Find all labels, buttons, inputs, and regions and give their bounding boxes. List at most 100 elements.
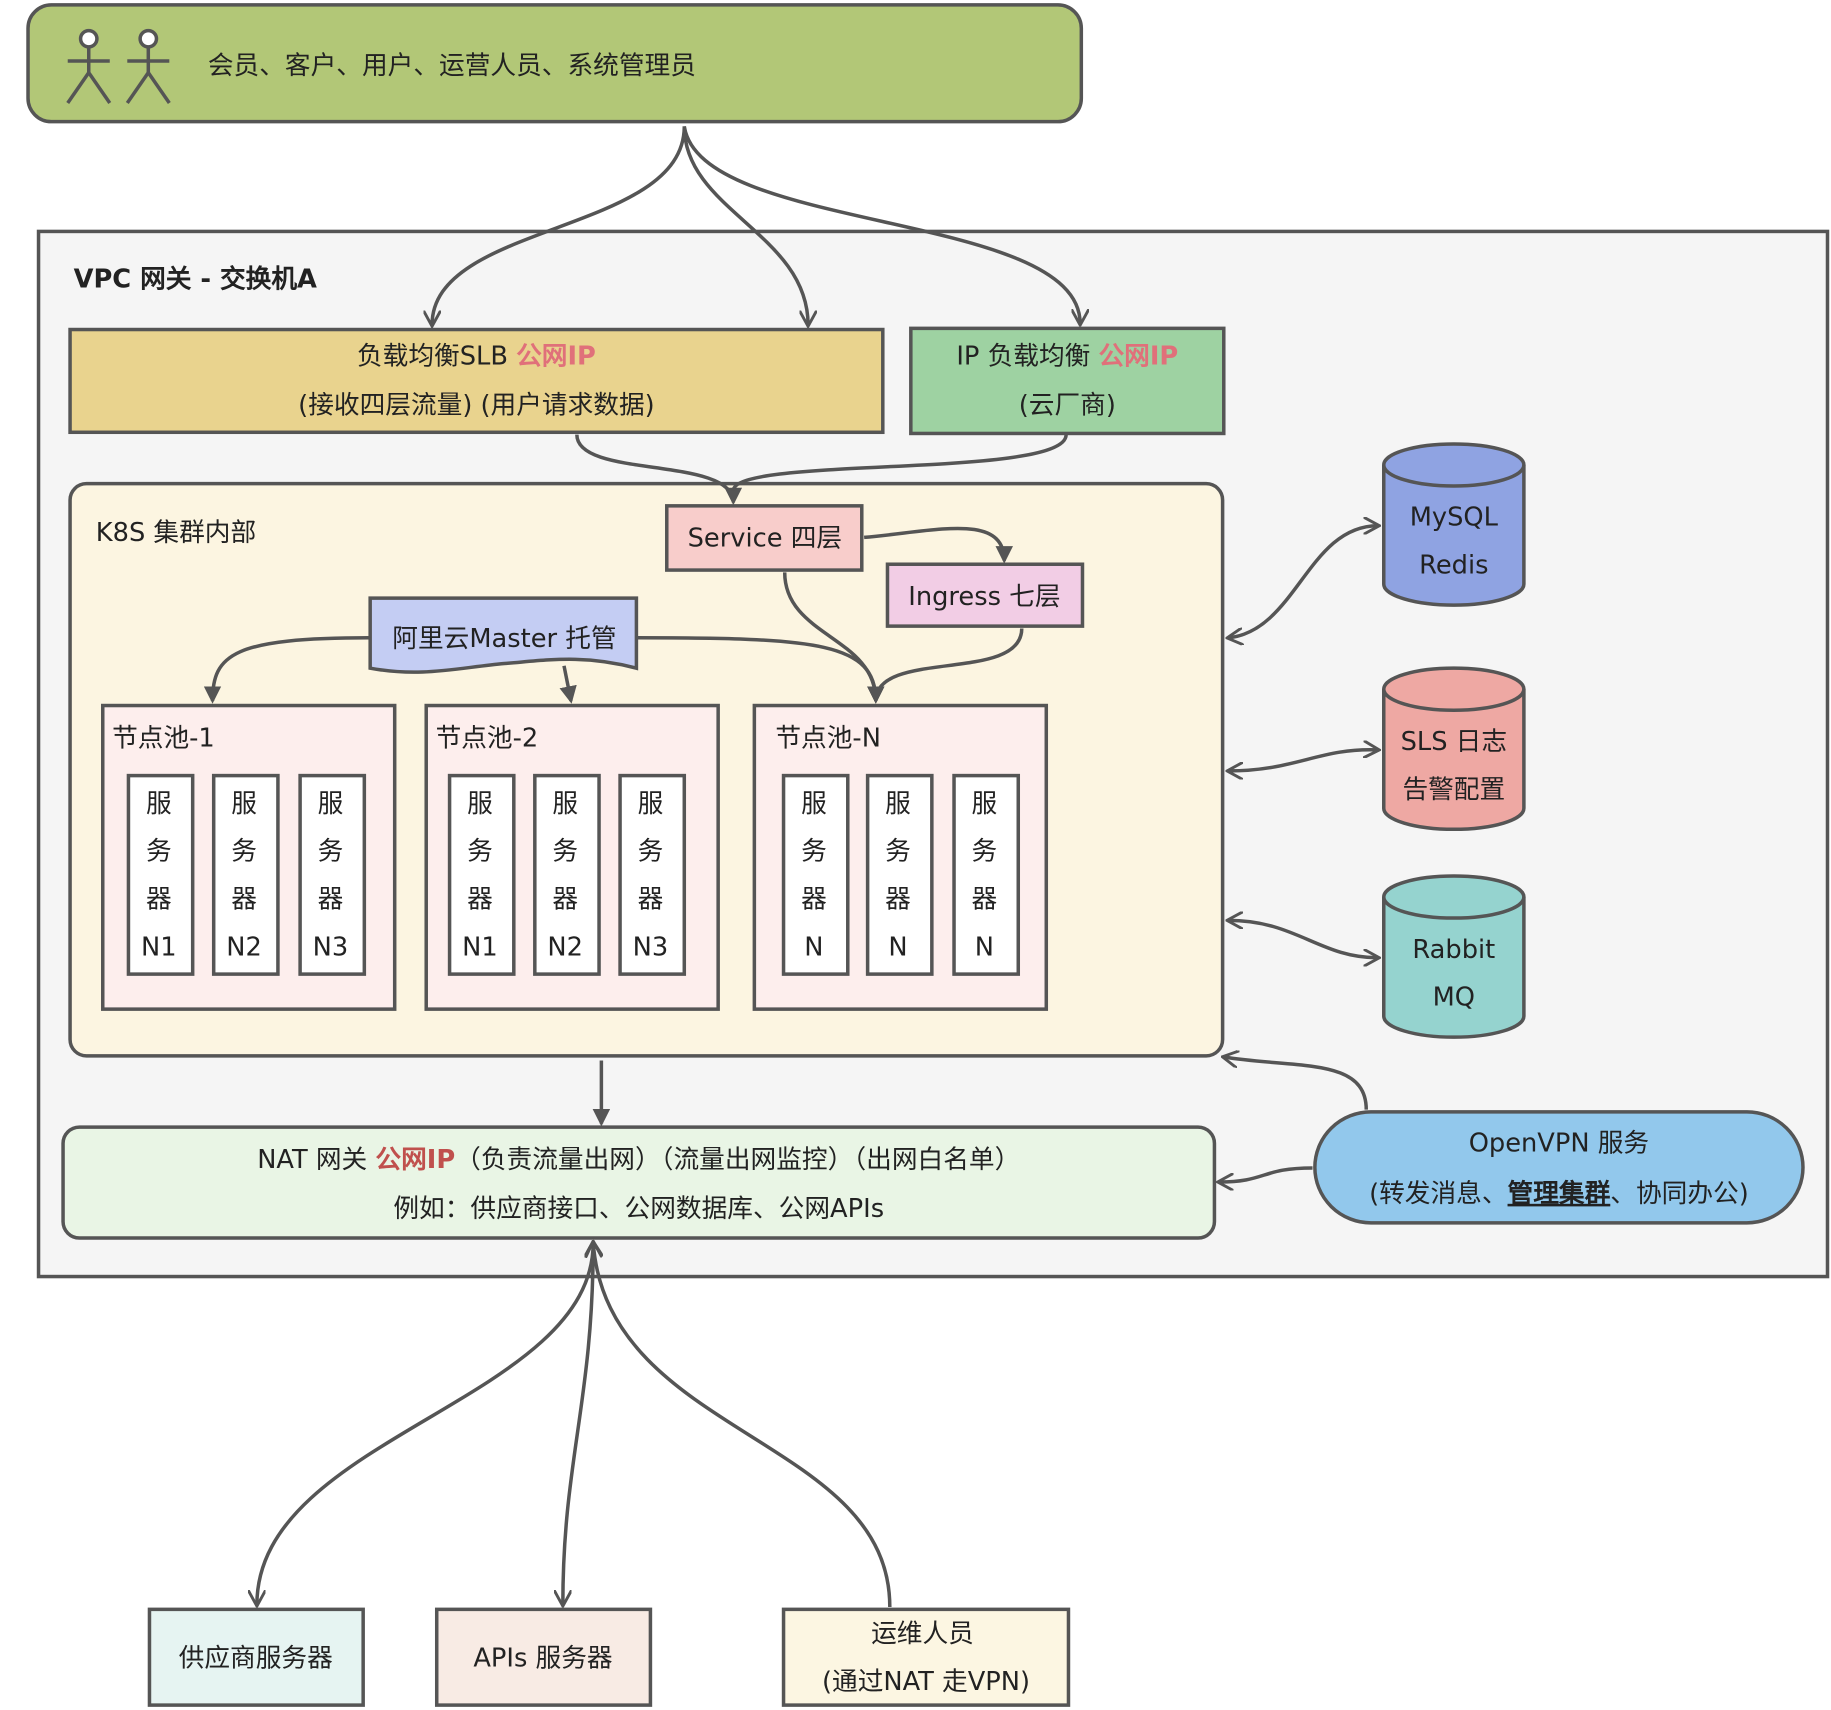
server-label-char: 务 bbox=[801, 837, 827, 867]
node-pool: 节点池-2 服务器 N1 服务器 N2 服务器 N3 bbox=[424, 703, 720, 1011]
ops-staff-label: 运维人员 bbox=[871, 1619, 974, 1649]
sls-log-store: SLS 日志告警配置 bbox=[1382, 666, 1526, 832]
server-node: 服务器N bbox=[952, 773, 1021, 976]
svg-text:IP 负载均衡 公网IP: IP 负载均衡 公网IP bbox=[956, 342, 1178, 372]
server-label-char: 器 bbox=[146, 885, 172, 915]
server-label-char: 务 bbox=[231, 837, 257, 867]
store-label: 告警配置 bbox=[1402, 775, 1505, 805]
server-label-char: N2 bbox=[226, 932, 262, 962]
server-label-char: 服 bbox=[972, 789, 998, 819]
openvpn-box: OpenVPN 服务 (转发消息、管理集群、协同办公) bbox=[1313, 1110, 1805, 1225]
master-label: 阿里云Master 托管 bbox=[392, 624, 616, 654]
server-node: 服务器 N2 bbox=[533, 773, 601, 976]
slb-desc: (接收四层流量) (用户请求数据) bbox=[298, 391, 655, 421]
server-node: 服务器N bbox=[865, 773, 934, 976]
server-label-char: 器 bbox=[231, 885, 257, 915]
ops-staff-desc: (通过NAT 走VPN) bbox=[822, 1667, 1030, 1697]
arrow-nat-ops bbox=[593, 1243, 892, 1608]
mysql-redis-store: MySQL Redis bbox=[1382, 442, 1526, 607]
server-label-char: 器 bbox=[972, 885, 998, 915]
arrow-nat-supplier bbox=[257, 1243, 593, 1605]
server-node: 服务器N bbox=[781, 773, 850, 976]
server-node: 服务器 N1 bbox=[126, 773, 195, 976]
server-label-char: 服 bbox=[638, 789, 664, 819]
apis-server-box: APIs 服务器 bbox=[434, 1607, 653, 1707]
server-node: 服务器 N1 bbox=[447, 773, 516, 976]
master-box: 阿里云Master 托管 bbox=[368, 596, 639, 674]
ingress-box: Ingress 七层 bbox=[885, 562, 1085, 628]
supplier-server-label: 供应商服务器 bbox=[179, 1644, 333, 1674]
nat-desc: （负责流量出网）（流量出网监控）（出网白名单） bbox=[455, 1145, 1020, 1175]
server-label-char: 务 bbox=[638, 837, 664, 867]
server-label-char: 器 bbox=[638, 885, 664, 915]
store-label: MQ bbox=[1433, 983, 1475, 1013]
server-label-char: 器 bbox=[318, 885, 344, 915]
server-node: 服务器 N2 bbox=[211, 773, 280, 976]
server-label-char: 器 bbox=[885, 885, 911, 915]
svg-text:(转发消息、管理集群、协同办公): (转发消息、管理集群、协同办公) bbox=[1369, 1178, 1749, 1209]
iplb-title: IP 负载均衡 bbox=[956, 342, 1098, 372]
apis-server-label: APIs 服务器 bbox=[473, 1644, 612, 1674]
server-label-char: N1 bbox=[462, 932, 498, 962]
server-label-char: 服 bbox=[801, 789, 827, 819]
nat-public-ip: 公网IP bbox=[375, 1145, 455, 1175]
node-pool-title: 节点池-2 bbox=[436, 723, 539, 753]
slb-public-ip: 公网IP bbox=[516, 342, 596, 372]
server-label-char: N2 bbox=[547, 932, 583, 962]
server-label-char: 务 bbox=[972, 837, 998, 867]
openvpn-manage-cluster-link[interactable]: 管理集群 bbox=[1508, 1178, 1611, 1209]
svg-text:NAT 网关 公网IP（负责流量出网）（流量出网监控）（出网: NAT 网关 公网IP（负责流量出网）（流量出网监控）（出网白名单） bbox=[257, 1145, 1020, 1175]
server-label-char: 器 bbox=[801, 885, 827, 915]
slb-title: 负载均衡SLB bbox=[357, 342, 516, 372]
server-label-char: 务 bbox=[146, 837, 172, 867]
store-label: SLS 日志 bbox=[1401, 727, 1507, 757]
users-box: 会员、客户、用户、运营人员、系统管理员 bbox=[26, 3, 1084, 124]
service-label: Service 四层 bbox=[688, 524, 842, 554]
server-node: 服务器 N3 bbox=[298, 773, 367, 976]
node-pool: 节点池-N服务器N服务器N服务器N bbox=[752, 703, 1049, 1011]
supplier-server-box: 供应商服务器 bbox=[147, 1607, 365, 1707]
vpc-title: VPC 网关 - 交换机A bbox=[74, 263, 317, 294]
server-label-char: 服 bbox=[467, 789, 493, 819]
nat-gateway-box: NAT 网关 公网IP（负责流量出网）（流量出网监控）（出网白名单） 例如：供应… bbox=[61, 1125, 1217, 1240]
users-label: 会员、客户、用户、运营人员、系统管理员 bbox=[208, 51, 696, 81]
data-stores: MySQL Redis SLS 日志告警配置 Rabbit MQ bbox=[1382, 442, 1526, 1039]
nat-examples: 例如：供应商接口、公网数据库、公网APIs bbox=[393, 1194, 884, 1224]
architecture-diagram: 会员、客户、用户、运营人员、系统管理员 VPC 网关 - 交换机A 负载均衡SL… bbox=[26, 3, 1830, 1707]
iplb-desc: (云厂商) bbox=[1019, 391, 1116, 421]
server-label-char: N3 bbox=[633, 932, 669, 962]
openvpn-title: OpenVPN 服务 bbox=[1469, 1129, 1649, 1159]
server-label-char: 器 bbox=[552, 885, 578, 915]
server-label-char: N1 bbox=[141, 932, 177, 962]
server-label-char: 器 bbox=[467, 885, 493, 915]
server-node: 服务器 N3 bbox=[618, 773, 687, 976]
server-label-char: 服 bbox=[231, 789, 257, 819]
node-pools: 节点池-1 服务器 N1 服务器 N2 服务器 N3 节点池-2 服务器 N1 服务器 N2 服务器 N3… bbox=[101, 703, 1049, 1011]
ops-staff-box: 运维人员 (通过NAT 走VPN) bbox=[781, 1607, 1071, 1707]
rabbitmq-store: Rabbit MQ bbox=[1382, 874, 1526, 1039]
node-pool: 节点池-1 服务器 N1 服务器 N2 服务器 N3 bbox=[101, 703, 397, 1011]
server-label-char: N bbox=[975, 932, 994, 962]
server-label-char: N bbox=[804, 932, 823, 962]
store-label: Redis bbox=[1419, 551, 1488, 581]
openvpn-desc-b: 、协同办公) bbox=[1610, 1179, 1748, 1209]
nat-title: NAT 网关 bbox=[257, 1145, 375, 1175]
ingress-label: Ingress 七层 bbox=[908, 582, 1060, 612]
server-label-char: 服 bbox=[146, 789, 172, 819]
store-label: MySQL bbox=[1410, 503, 1499, 533]
openvpn-desc-a: (转发消息、 bbox=[1369, 1179, 1507, 1209]
iplb-public-ip: 公网IP bbox=[1099, 342, 1179, 372]
server-label-char: 务 bbox=[467, 837, 493, 867]
server-label-char: N bbox=[888, 932, 907, 962]
server-label-char: 务 bbox=[318, 837, 344, 867]
server-label-char: 服 bbox=[552, 789, 578, 819]
service-box: Service 四层 bbox=[665, 504, 864, 572]
server-label-char: 服 bbox=[885, 789, 911, 819]
store-label: Rabbit bbox=[1412, 935, 1495, 965]
ip-lb-box: IP 负载均衡 公网IP (云厂商) bbox=[909, 326, 1226, 436]
server-label-char: N3 bbox=[313, 932, 349, 962]
k8s-title: K8S 集群内部 bbox=[96, 518, 256, 548]
svg-text:负载均衡SLB 公网IP: 负载均衡SLB 公网IP bbox=[357, 342, 596, 372]
server-label-char: 务 bbox=[552, 837, 578, 867]
server-label-char: 服 bbox=[318, 789, 344, 819]
